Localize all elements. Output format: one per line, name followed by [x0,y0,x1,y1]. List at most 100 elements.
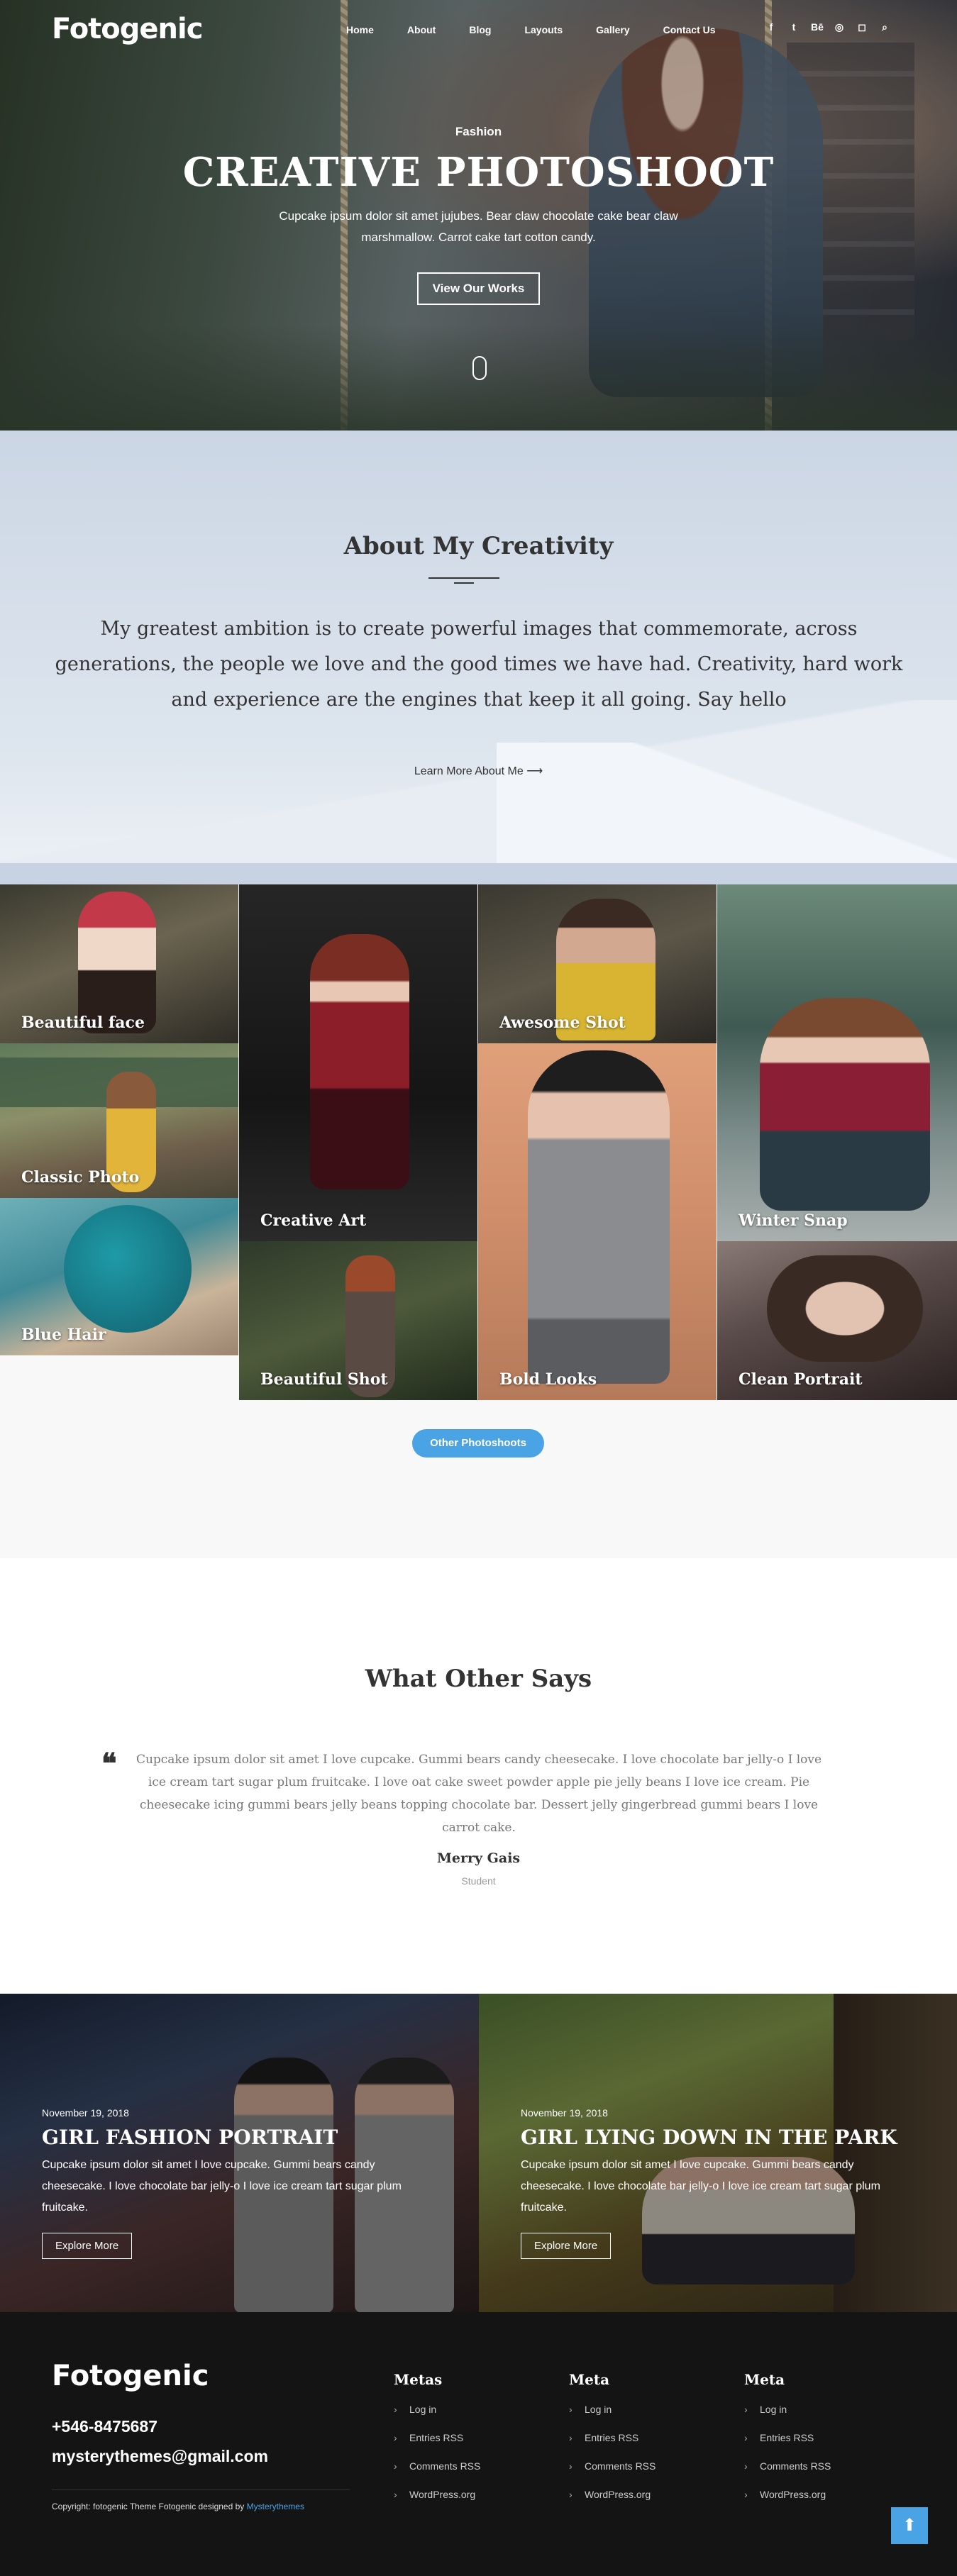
chevron-right-icon: › [744,2404,748,2415]
designer-link[interactable]: Mysterythemes [247,2502,304,2511]
gallery-item-title: Winter Snap [739,1211,848,1230]
footer-link-label: Log in [585,2404,612,2415]
gallery-item-title: Classic Photo [21,1168,140,1187]
footer-link[interactable]: › Log in [394,2404,550,2415]
footer-link-label: Comments RSS [760,2460,831,2472]
footer-link[interactable]: › Entries RSS [569,2432,725,2443]
footer-link[interactable]: › Comments RSS [569,2460,725,2472]
title-underline [428,577,499,579]
gallery-item[interactable]: Classic Photo [0,1043,238,1198]
main-nav: Home About Blog Layouts Gallery Contact … [346,24,749,35]
about-text: My greatest ambition is to create powerf… [55,618,903,711]
footer-logo[interactable]: Fotogenic [52,2360,209,2392]
gallery-item-title: Beautiful face [21,1014,145,1032]
testimonial-author: Merry Gais [436,1850,521,1866]
footer-link[interactable]: › Comments RSS [394,2460,550,2472]
footer-link-label: Log in [760,2404,787,2415]
chevron-right-icon: › [394,2404,397,2415]
search-icon[interactable]: ⌕ [879,21,890,33]
view-our-works-button[interactable]: View Our Works [416,272,541,305]
hero-section: Fotogenic Home About Blog Layouts Galler… [0,0,957,431]
nav-about[interactable]: About [407,24,436,35]
section-divider [0,863,957,884]
copyright-text: Copyright: fotogenic Theme Fotogenic des… [52,2502,245,2511]
footer-link[interactable]: › Entries RSS [744,2432,900,2443]
gallery-item[interactable]: Winter Snap [717,884,957,1241]
arrow-up-icon: ⬆ [902,2516,917,2535]
post-date[interactable]: November 19, 2018 [521,2107,904,2119]
title-underline [454,582,474,584]
gallery-item-title: Blue Hair [21,1326,106,1344]
chevron-right-icon: › [569,2489,572,2500]
footer-link[interactable]: › WordPress.org [394,2489,550,2500]
footer-widget-links: › Log in › Entries RSS › Comments RSS › Word… [569,2404,725,2500]
site-footer: Fotogenic +546-8475687 mysterythemes@gma… [0,2312,957,2576]
gallery-item[interactable]: Blue Hair [0,1198,238,1355]
explore-more-button[interactable]: Explore More [521,2233,612,2259]
social-links: f t Bē ◎ ◻ ⌕ [765,21,890,33]
hero-content: Fashion CREATIVE PHOTOSHOOT Cupcake ipsu… [0,125,957,305]
scroll-down-indicator[interactable] [472,356,487,380]
footer-link[interactable]: › WordPress.org [569,2489,725,2500]
facebook-icon[interactable]: f [765,21,777,33]
hero-category[interactable]: Fashion [0,125,957,139]
about-title: About My Creativity [343,532,614,560]
gallery-item-title: Beautiful Shot [260,1370,388,1389]
post-title[interactable]: GIRL FASHION PORTRAIT [42,2126,425,2149]
footer-widget-title: Meta [569,2371,610,2388]
gallery-item-title: Bold Looks [499,1370,597,1389]
footer-widget-meta: Meta › Log in › Entries RSS › Comments RSS … [569,2371,725,2517]
nav-blog[interactable]: Blog [469,24,491,35]
footer-link[interactable]: › Comments RSS [744,2460,900,2472]
footer-link[interactable]: › Log in [569,2404,725,2415]
gallery-item[interactable]: Clean Portrait [717,1241,957,1400]
footer-email: mysterythemes@gmail.com [52,2447,268,2465]
instagram-icon[interactable]: ◻ [856,21,868,33]
testimonial-role: Student [461,1875,496,1887]
gallery-item[interactable]: Bold Looks [478,1043,717,1400]
other-photoshoots-button[interactable]: Other Photoshoots [412,1429,544,1458]
footer-divider [52,2489,350,2490]
arrow-right-icon: ⟶ [526,765,543,777]
nav-layouts[interactable]: Layouts [524,24,563,35]
post-title[interactable]: GIRL LYING DOWN IN THE PARK [521,2126,904,2149]
chevron-right-icon: › [744,2460,748,2472]
nav-home[interactable]: Home [346,24,374,35]
footer-link-label: Entries RSS [585,2432,639,2443]
quote-icon: ❝ [101,1747,117,1780]
behance-icon[interactable]: Bē [811,21,824,33]
gallery-item[interactable]: Beautiful Shot [239,1241,477,1400]
explore-more-button[interactable]: Explore More [42,2233,133,2259]
post-date[interactable]: November 19, 2018 [42,2107,425,2119]
footer-phone: +546-8475687 [52,2417,158,2436]
footer-link-label: Comments RSS [409,2460,481,2472]
footer-link[interactable]: › Entries RSS [394,2432,550,2443]
gallery-item[interactable]: Awesome Shot [478,884,717,1043]
about-section: About My Creativity My greatest ambition… [0,431,957,884]
chevron-right-icon: › [569,2432,572,2443]
footer-link-label: Entries RSS [760,2432,814,2443]
gallery-item[interactable]: Creative Art [239,884,477,1241]
featured-post-content: November 19, 2018 GIRL FASHION PORTRAIT … [42,2107,425,2259]
testimonial-section: What Other Says ❝ Cupcake ipsum dolor si… [0,1558,957,1994]
featured-post-content: November 19, 2018 GIRL LYING DOWN IN THE… [521,2107,904,2259]
gallery-item[interactable]: Beautiful face [0,884,238,1043]
footer-link-label: WordPress.org [585,2489,651,2500]
site-logo[interactable]: Fotogenic [52,13,203,45]
nav-gallery[interactable]: Gallery [596,24,629,35]
github-icon[interactable]: ◎ [834,21,845,33]
chevron-right-icon: › [569,2460,572,2472]
back-to-top-button[interactable]: ⬆ [891,2507,928,2544]
learn-more-link[interactable]: Learn More About Me ⟶ [0,764,957,778]
footer-widget-links: › Log in › Entries RSS › Comments RSS › Word… [394,2404,550,2500]
chevron-right-icon: › [394,2460,397,2472]
post-excerpt: Cupcake ipsum dolor sit amet I love cupc… [42,2159,402,2214]
nav-contact-us[interactable]: Contact Us [663,24,716,35]
footer-link[interactable]: › Log in [744,2404,900,2415]
gallery-item-title: Clean Portrait [739,1370,863,1389]
hero-description: Cupcake ipsum dolor sit amet jujubes. Be… [279,209,678,244]
footer-link[interactable]: › WordPress.org [744,2489,900,2500]
footer-link-label: WordPress.org [409,2489,476,2500]
twitter-icon[interactable]: t [788,21,800,33]
chevron-right-icon: › [394,2432,397,2443]
